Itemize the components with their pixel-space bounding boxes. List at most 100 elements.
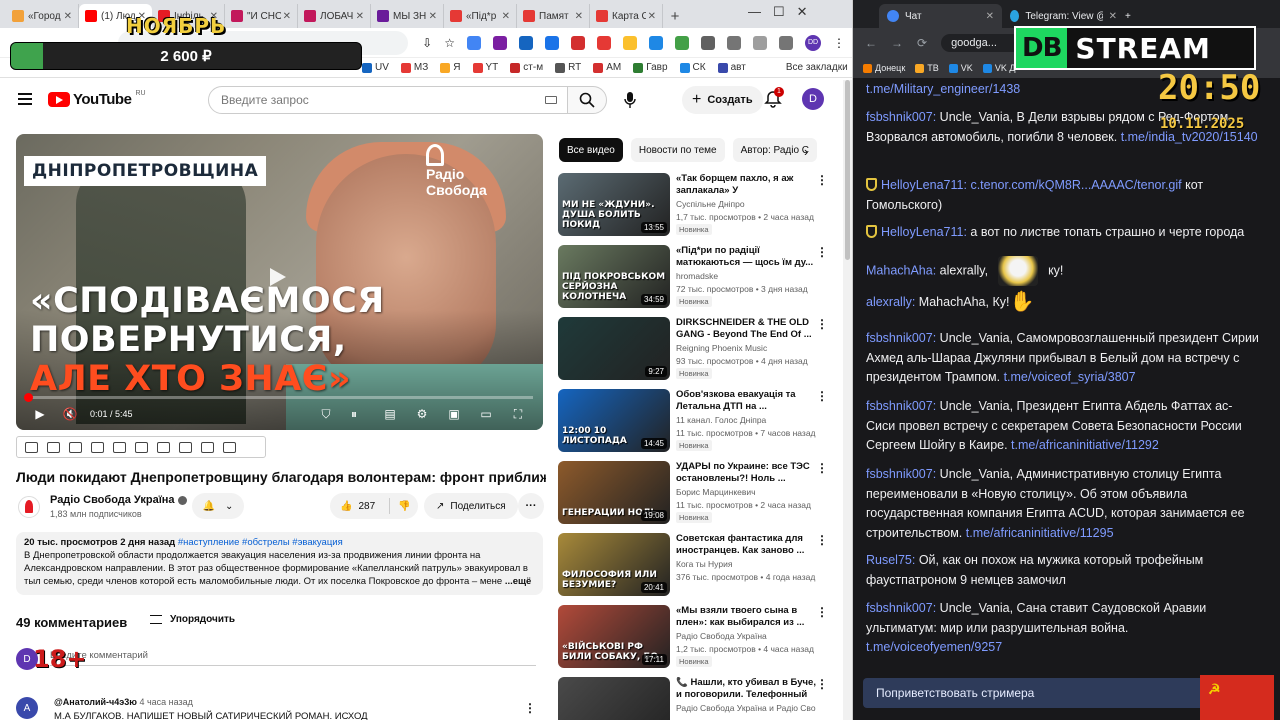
sidebar-icon[interactable] <box>779 35 793 50</box>
filter-chip[interactable]: Все видео <box>559 138 623 162</box>
bookmark-item[interactable]: авт <box>717 62 746 73</box>
video-title[interactable]: DIRKSCHNEIDER & THE OLD GANG - Beyond Th… <box>676 317 816 341</box>
bookmark-item[interactable]: AM <box>593 62 621 73</box>
chat-username[interactable]: fsbshnik007: <box>866 601 936 615</box>
chat-username[interactable]: HelloyLena711: <box>881 225 967 239</box>
video-thumbnail[interactable]: 9:27 <box>558 317 670 380</box>
filter-chip[interactable]: Новости по теме <box>630 138 725 162</box>
extension-icon[interactable] <box>597 35 611 50</box>
new-tab-button[interactable]: + <box>1125 4 1149 28</box>
chevron-right-icon[interactable]: › <box>804 144 808 159</box>
video-thumbnail[interactable]: МИ НЕ «ЖДУНИ». ДУША БОЛИТЬ ПОКИД 13:55 <box>558 173 670 236</box>
recommended-video[interactable]: «ВІЙСЬКОВІ РФ БИЛИ СОБАКУ, БО 17:11 «Мы вз… <box>558 605 838 669</box>
close-icon[interactable]: ✕ <box>356 11 364 22</box>
comment-author[interactable]: @Анатолий-ч4э3ю <box>54 697 137 707</box>
search-button[interactable] <box>567 86 607 114</box>
forward-icon[interactable]: → <box>891 36 903 50</box>
channel-name[interactable]: Радіо Свобода Україна <box>50 494 175 506</box>
bookmark-item[interactable]: Донецк <box>863 63 905 74</box>
all-bookmarks[interactable]: Все закладки <box>786 62 848 73</box>
video-filter-icon[interactable] <box>69 441 82 453</box>
video-title[interactable]: «Під*ри по радіції матюкаються — щось їм… <box>676 245 816 269</box>
account-avatar[interactable]: D <box>802 88 824 110</box>
puzzle-icon[interactable] <box>701 35 715 50</box>
chat-username[interactable]: fsbshnik007: <box>866 110 936 124</box>
add-icon[interactable] <box>179 441 192 453</box>
bookmark-item[interactable]: ТВ <box>915 63 939 74</box>
menu-icon[interactable]: ⋮ <box>833 36 845 50</box>
extension-icon[interactable] <box>649 35 663 50</box>
bookmark-item[interactable]: RT <box>555 62 581 73</box>
browser-tab[interactable]: Карта С ✕ <box>590 4 663 28</box>
cinema-icon[interactable] <box>91 441 104 453</box>
channel-name[interactable]: Суспільне Дніпро <box>676 199 745 209</box>
back-icon[interactable]: ← <box>865 36 877 50</box>
more-icon[interactable]: ⋮ <box>816 605 828 619</box>
extension-icon[interactable] <box>493 35 507 50</box>
extension-icon[interactable] <box>467 35 481 50</box>
tab-telegram[interactable]: Telegram: View @tass ✕ <box>1002 4 1125 28</box>
progress-bar[interactable] <box>23 393 533 402</box>
like-button[interactable]: 👍 287 <box>330 498 390 514</box>
gear-icon[interactable] <box>223 441 236 453</box>
share-button[interactable]: ↗ Поделиться <box>424 493 518 519</box>
recommended-video[interactable]: ГЕНЕРАЦИИ НОЛЬ 19:08 УДАРЫ по Украине: все… <box>558 461 838 525</box>
speed-icon[interactable] <box>157 441 170 453</box>
more-icon[interactable]: ⋮ <box>816 533 828 547</box>
recommended-video[interactable]: 12:00 10 ЛИСТОПАДА 14:45 Обов'язкова еваку… <box>558 389 838 453</box>
video-title[interactable]: Советская фантастика для иностранцев. Ка… <box>676 533 816 557</box>
picture-icon[interactable] <box>113 441 126 453</box>
star-icon[interactable]: ☆ <box>444 36 455 50</box>
chat-link[interactable]: t.me/voiceofyemen/9257 <box>866 640 1002 654</box>
chat-username[interactable]: fsbshnik007: <box>866 399 936 413</box>
video-thumbnail[interactable]: «ВІЙСЬКОВІ РФ БИЛИ СОБАКУ, БО 17:11 <box>558 605 670 668</box>
bookmark-item[interactable]: ст-м <box>510 62 543 73</box>
browser-tab[interactable]: Памят ✕ <box>517 4 590 28</box>
recommended-video[interactable]: ФИЛОСОФИЯ ИЛИ БЕЗУМИЕ? 20:41 Советская фан… <box>558 533 838 597</box>
youtube-logo[interactable]: YouTube RU <box>48 90 146 108</box>
video-title[interactable]: «Так борщем пахло, я аж заплакала» У при… <box>676 173 816 197</box>
close-icon[interactable]: ✕ <box>283 11 291 22</box>
channel-name[interactable]: Радіо Свобода Україна и Радіо Сво <box>676 703 816 713</box>
voice-search-button[interactable] <box>616 86 644 114</box>
browser-tab[interactable]: МЫ ЗН ✕ <box>371 4 444 28</box>
bookmark-item[interactable]: YT <box>472 62 498 73</box>
more-icon[interactable]: ⋮ <box>816 245 828 259</box>
browser-tab[interactable]: «Город ✕ <box>6 4 79 28</box>
progress-scrubber[interactable] <box>23 393 33 402</box>
camera-icon[interactable] <box>201 441 214 453</box>
subscribed-button[interactable]: 🔔 ⌄ <box>192 493 244 519</box>
browser-tab[interactable]: "И СНО ✕ <box>225 4 298 28</box>
close-icon[interactable]: ✕ <box>502 11 510 22</box>
bookmark-item[interactable]: МЗ <box>400 62 428 73</box>
profile-avatar[interactable]: DD <box>805 34 821 51</box>
video-title[interactable]: УДАРЫ по Украине: все ТЭС остановлены?! … <box>676 461 816 485</box>
page-scrollbar[interactable] <box>843 80 852 720</box>
comment-menu-icon[interactable]: ⋮ <box>524 701 536 715</box>
play-icon[interactable]: ▶ <box>32 406 48 422</box>
center-play-icon[interactable] <box>270 268 286 286</box>
chat-username[interactable]: fsbshnik007: <box>866 467 936 481</box>
key-icon[interactable] <box>727 35 741 50</box>
video-thumbnail[interactable]: ГЕНЕРАЦИИ НОЛЬ 19:08 <box>558 461 670 524</box>
more-icon[interactable]: ⋮ <box>816 389 828 403</box>
recommended-video[interactable]: «ВПИЗДУГОГО»📞 Нашли, кто убивал в Буче, … <box>558 677 838 720</box>
window-icon[interactable] <box>135 441 148 453</box>
bookmark-item[interactable]: Я <box>440 62 461 73</box>
menu-icon[interactable] <box>18 93 32 105</box>
more-icon[interactable]: ⋮ <box>816 677 828 691</box>
video-thumbnail[interactable]: ПІД ПОКРОВСЬКОМ СЕРЙОЗНА КОЛОТНЕЧА 34:59 <box>558 245 670 308</box>
channel-name[interactable]: hromadske <box>676 271 718 281</box>
bookmark-item[interactable]: СК <box>679 62 706 73</box>
bookmark-item[interactable]: Гавр <box>633 62 668 73</box>
search-input[interactable]: Введите запрос <box>208 86 568 114</box>
browser-tab[interactable]: ЛОБАЧ ✕ <box>298 4 371 28</box>
channel-avatar[interactable] <box>18 496 40 518</box>
comment-author-avatar[interactable]: А <box>16 697 38 719</box>
extension-icon[interactable] <box>545 35 559 50</box>
recommended-video[interactable]: МИ НЕ «ЖДУНИ». ДУША БОЛИТЬ ПОКИД 13:55 «Та… <box>558 173 838 237</box>
show-more-link[interactable]: ...ещё <box>505 576 532 587</box>
maximize-icon[interactable]: ☐ <box>773 4 785 20</box>
subtitles-icon[interactable]: ▤ <box>382 406 398 422</box>
close-icon[interactable]: ✕ <box>797 4 808 20</box>
